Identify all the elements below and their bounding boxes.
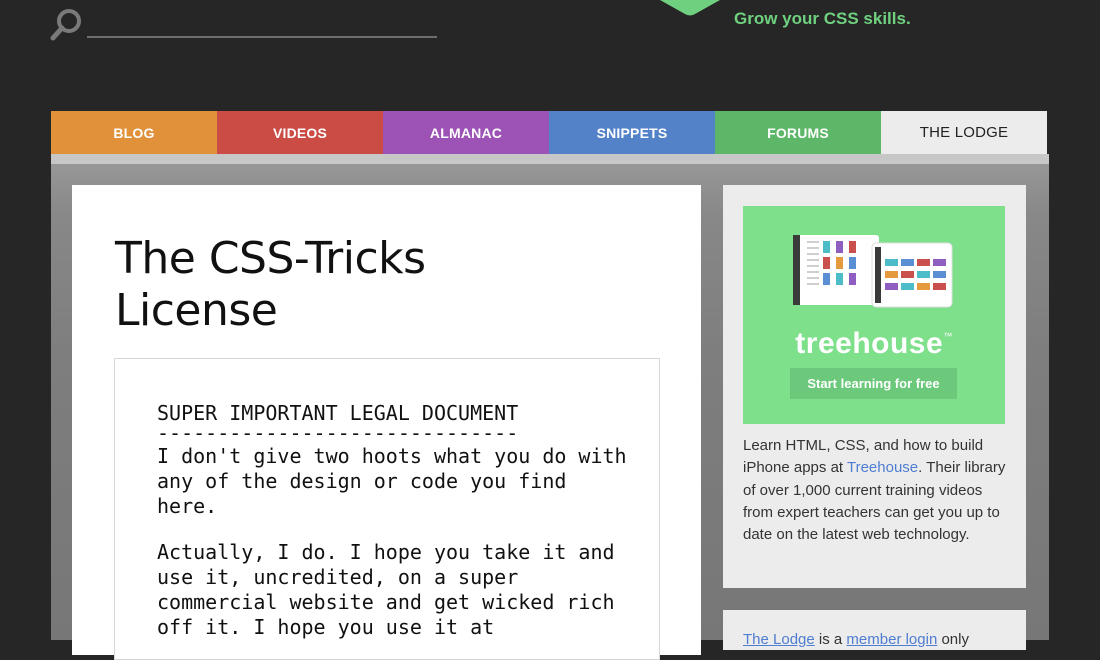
- tab-blog[interactable]: BLOG: [51, 111, 217, 154]
- page-top-divider: [51, 154, 1049, 164]
- license-rule: ------------------------------: [157, 421, 519, 445]
- tab-forums[interactable]: FORUMS: [715, 111, 881, 154]
- trademark-mark: ™: [943, 331, 953, 341]
- treehouse-ad[interactable]: treehouse™ Start learning for free: [743, 206, 1005, 424]
- treehouse-link[interactable]: Treehouse: [847, 459, 918, 476]
- site-tagline: Grow your CSS skills.: [734, 9, 911, 28]
- main-nav: BLOG VIDEOS ALMANAC SNIPPETS FORUMS THE …: [51, 111, 1047, 154]
- tab-almanac[interactable]: ALMANAC: [383, 111, 549, 154]
- logo-icon[interactable]: [655, 0, 725, 16]
- treehouse-logo: treehouse™: [743, 327, 1005, 361]
- license-text: SUPER IMPORTANT LEGAL DOCUMENT ---------…: [157, 401, 627, 640]
- sidebar-lodge-card: The Lodge is a member login only: [723, 610, 1026, 650]
- page-title: The CSS-Tricks License: [115, 233, 426, 337]
- tab-videos[interactable]: VIDEOS: [217, 111, 383, 154]
- tab-snippets[interactable]: SNIPPETS: [549, 111, 715, 154]
- tab-the-lodge[interactable]: THE LODGE: [881, 111, 1047, 154]
- devices-illustration-icon: [793, 235, 953, 308]
- sidebar-ad-card: treehouse™ Start learning for free Learn…: [723, 185, 1026, 588]
- page-title-line1: The CSS-Tricks: [115, 233, 426, 284]
- start-learning-button[interactable]: Start learning for free: [790, 368, 957, 399]
- search-input[interactable]: [87, 36, 437, 38]
- page-title-line2: License: [115, 285, 278, 336]
- license-paragraph: I don't give two hoots what you do with …: [157, 444, 627, 518]
- ad-description: Learn HTML, CSS, and how to build iPhone…: [743, 435, 1009, 546]
- license-document: SUPER IMPORTANT LEGAL DOCUMENT ---------…: [114, 358, 660, 660]
- search-icon[interactable]: [50, 7, 84, 43]
- treehouse-brand-text: treehouse: [795, 327, 944, 360]
- main-content: The CSS-Tricks License SUPER IMPORTANT L…: [72, 185, 701, 660]
- license-paragraph: Actually, I do. I hope you take it and u…: [157, 540, 615, 639]
